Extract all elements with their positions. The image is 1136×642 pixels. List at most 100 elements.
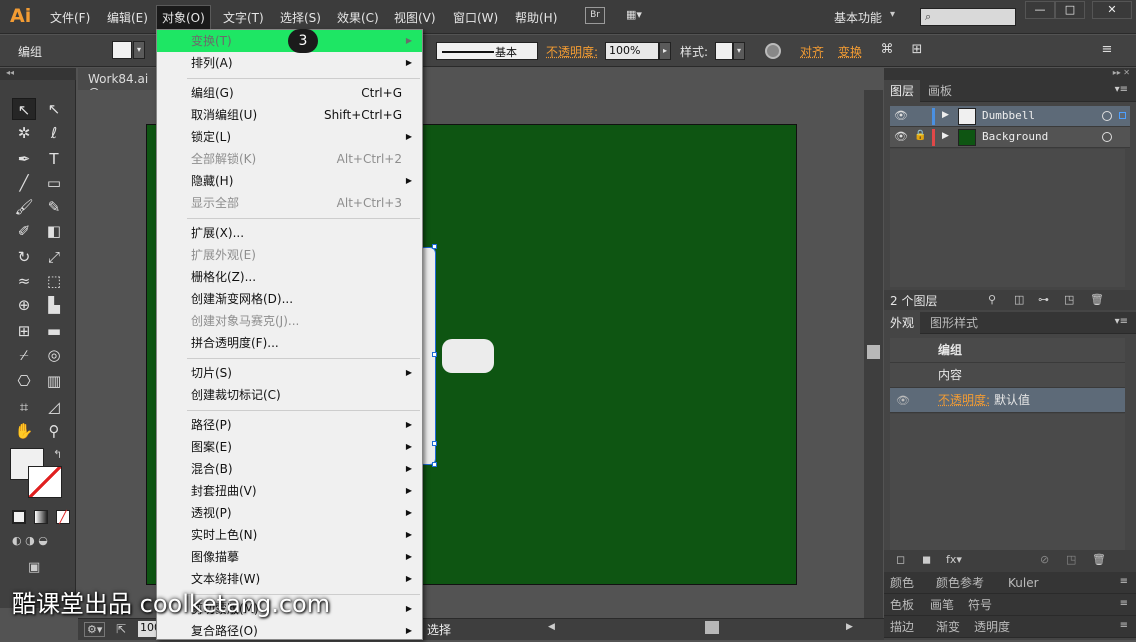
chevron-down-icon[interactable]: ▾ [890,9,895,20]
new-sublayer-icon[interactable]: ⊶ [1038,293,1049,306]
draw-mode-icons[interactable]: ◐ ◑ ◒ [12,534,68,550]
panel-menu-icon[interactable]: ▾≡ [1115,316,1128,327]
menu-item-arrange[interactable]: 排列(A) ▶ [157,52,422,74]
dumbbell-right-shape[interactable] [442,339,494,373]
rotate-tool-icon[interactable]: ↻ [12,246,36,268]
hand-tool-icon[interactable]: ✋ [12,420,36,442]
direct-selection-tool-icon[interactable]: ↖ [42,98,66,120]
duplicate-item-icon[interactable]: ◳ [1066,553,1076,566]
horizontal-scroll-thumb[interactable] [705,621,719,634]
appearance-contents-row[interactable]: 内容 [890,363,1125,388]
menu-item-crop-marks[interactable]: 创建裁切标记(C) [157,384,422,406]
selection-tool-icon[interactable]: ↖ [12,98,36,120]
warp-tool-icon[interactable]: ≈ [12,270,36,292]
menu-item-slice[interactable]: 切片(S) ▶ [157,362,422,384]
perspective-grid-tool-icon[interactable]: ▙ [42,294,66,316]
menu-edit[interactable]: 编辑(E) [107,9,148,26]
menu-item-ungroup[interactable]: 取消编组(U) Shift+Ctrl+G [157,104,422,126]
clear-appearance-icon[interactable]: ⊘ [1040,553,1049,566]
arrange-documents-icon[interactable]: ▦▾ [626,8,652,24]
menu-select[interactable]: 选择(S) [280,9,321,26]
blend-tool-icon[interactable]: ◎ [42,344,66,366]
type-tool-icon[interactable]: T [42,148,66,170]
selection-handle[interactable] [432,352,437,357]
swap-colors-icon[interactable]: ↰ [53,448,62,461]
eye-icon[interactable]: 👁 [896,388,910,413]
layer-row-background[interactable]: 👁 🔒 ▶ Background [890,127,1130,148]
panel-menu-icon[interactable]: ▾≡ [1115,84,1128,95]
gradient-tool-icon[interactable]: ▬ [42,320,66,342]
scale-tool-icon[interactable]: ⤢ [42,246,66,268]
opacity-dropdown[interactable]: ▸ [659,42,671,60]
opacity-link[interactable]: 不透明度: [938,388,990,413]
clipping-mask-icon[interactable]: ◫ [1014,293,1024,306]
panel-menu-icon[interactable]: ≡ [1120,598,1128,609]
symbol-sprayer-tool-icon[interactable]: ⎔ [12,370,36,392]
gradient-mode-icon[interactable] [34,510,48,524]
color-mode-icon[interactable] [12,510,26,524]
vertical-scroll-thumb[interactable] [867,345,880,359]
free-transform-tool-icon[interactable]: ⬚ [42,270,66,292]
menu-item-perspective[interactable]: 透视(P) ▶ [157,502,422,524]
delete-item-icon[interactable]: 🗑 [1092,553,1106,566]
expand-triangle-icon[interactable]: ▶ [942,131,949,141]
tab-brushes[interactable]: 画笔 [924,594,960,616]
artboard-tool-icon[interactable]: ⌗ [12,396,36,418]
panel-menu-icon[interactable]: ≡ [1120,620,1128,631]
menu-item-blend[interactable]: 混合(B) ▶ [157,458,422,480]
tab-appearance[interactable]: 外观 [884,312,921,334]
target-icon[interactable] [1102,111,1112,121]
eyedropper-tool-icon[interactable]: ⌿ [12,344,36,366]
appearance-opacity-row[interactable]: 👁 不透明度: 默认值 [890,388,1125,413]
rectangle-tool-icon[interactable]: ▭ [42,172,66,194]
maximize-button[interactable]: □ [1055,1,1085,19]
blob-brush-tool-icon[interactable]: ✐ [12,220,36,242]
eye-icon[interactable]: 👁 [894,130,908,144]
isolate-group-icon[interactable]: ⌘ [878,42,896,60]
tab-kuler[interactable]: Kuler [1002,572,1045,594]
tab-symbols[interactable]: 符号 [962,594,998,616]
share-icon[interactable]: ⇱ [116,622,126,636]
bridge-button[interactable]: Br [585,7,605,24]
menu-file[interactable]: 文件(F) [50,9,90,26]
line-tool-icon[interactable]: ╱ [12,172,36,194]
tab-swatches[interactable]: 色板 [884,594,920,616]
menu-object[interactable]: 对象(O) [156,5,211,30]
document-tab[interactable]: Work84.ai @ [78,68,156,100]
panel-menu-icon[interactable]: ≡ [1098,42,1116,60]
panel-collapse-icon[interactable]: ▸▸ ✕ [884,68,1136,80]
expand-triangle-icon[interactable]: ▶ [942,110,949,120]
transform-link[interactable]: 变换 [838,43,862,60]
menu-item-path[interactable]: 路径(P) ▶ [157,414,422,436]
add-effect-icon[interactable]: fx▾ [946,553,962,566]
menu-window[interactable]: 窗口(W) [453,9,498,26]
menu-item-gradient-mesh[interactable]: 创建渐变网格(D)... [157,288,422,310]
tab-layers[interactable]: 图层 [884,80,921,102]
slice-tool-icon[interactable]: ◿ [42,396,66,418]
graph-tool-icon[interactable]: ▥ [42,370,66,392]
style-swatch[interactable] [715,42,733,60]
style-dropdown[interactable]: ▾ [733,42,745,60]
locate-object-icon[interactable]: ⚲ [988,293,996,306]
selected-art-indicator[interactable] [1119,112,1126,119]
tab-color[interactable]: 颜色 [884,572,920,594]
stroke-color-swatch[interactable] [28,466,62,498]
add-fill-icon[interactable]: ◼ [922,553,931,566]
menu-item-live-paint[interactable]: 实时上色(N) ▶ [157,524,422,546]
delete-layer-icon[interactable]: 🗑 [1090,293,1104,306]
tab-gradient[interactable]: 渐变 [930,616,966,638]
fill-dropdown[interactable]: ▾ [133,41,145,59]
vertical-scrollbar[interactable] [864,90,883,618]
stroke-profile-select[interactable]: 基本 [436,42,538,60]
menu-view[interactable]: 视图(V) [394,9,436,26]
panel-menu-icon[interactable]: ≡ [1120,576,1128,587]
pen-tool-icon[interactable]: ✒ [12,148,36,170]
menu-effect[interactable]: 效果(C) [337,9,379,26]
menu-item-image-trace[interactable]: 图像描摹 ▶ [157,546,422,568]
tab-stroke[interactable]: 描边 [884,616,920,638]
search-input[interactable]: ⌕ [920,8,1016,26]
eye-icon[interactable]: 👁 [894,109,908,123]
opacity-link[interactable]: 不透明度: [546,43,598,60]
scroll-right-icon[interactable]: ▶ [846,622,853,632]
tab-artboards[interactable]: 画板 [922,80,958,102]
